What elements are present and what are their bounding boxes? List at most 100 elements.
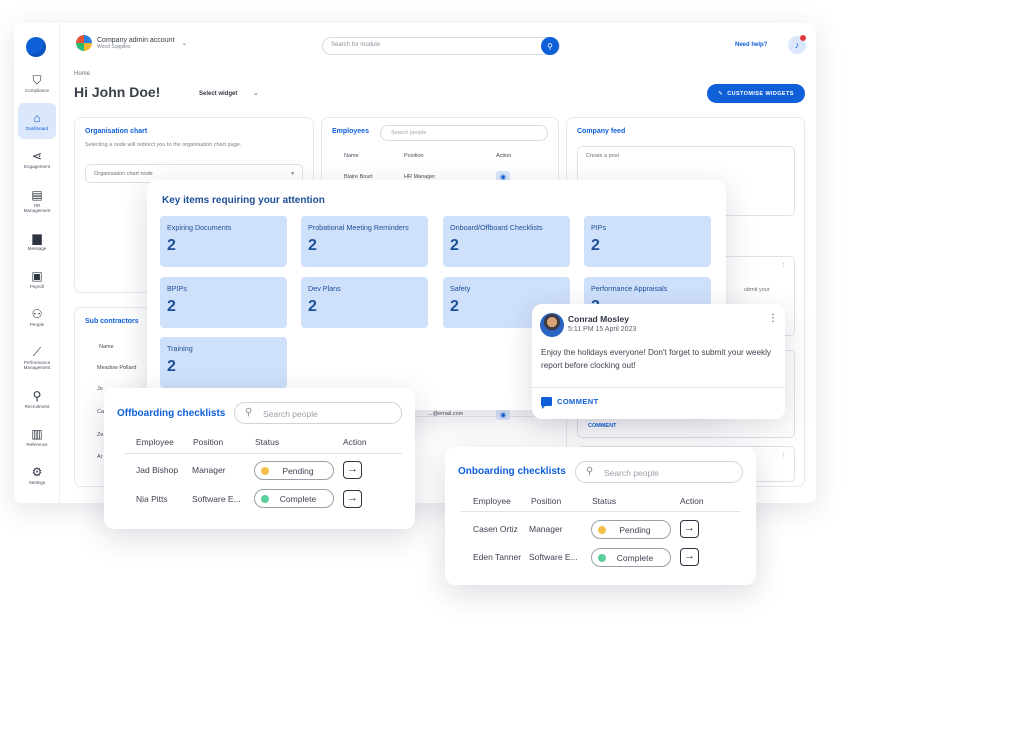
tile-label: Training: [167, 344, 193, 353]
divider: [124, 453, 402, 454]
page-title: Hi John Doe!: [74, 84, 161, 100]
gear-icon: ⚙: [31, 464, 43, 479]
people-icon: ⚇: [31, 306, 43, 321]
sidebar-item-compliance[interactable]: ⛉ Compliance: [18, 65, 56, 101]
status-label: Pending: [282, 466, 314, 476]
employee-position: Manager: [529, 524, 563, 534]
select-widget-dropdown[interactable]: Select widget ⌄: [199, 89, 259, 97]
tile-expiring-documents[interactable]: Expiring Documents 2: [160, 216, 287, 267]
chevron-down-icon: ▾: [291, 171, 294, 177]
sidebar-item-reference[interactable]: ▥ Reference: [18, 419, 56, 455]
view-eye-icon[interactable]: ◉: [496, 409, 510, 420]
feed-post-popup: Conrad Mosley 5:11 PM 15 April 2023 ⋮ En…: [532, 304, 785, 419]
tile-count: 2: [591, 237, 600, 254]
tile-label: Onboard/Offboard Checklists: [450, 223, 543, 232]
tile-count: 2: [167, 237, 176, 254]
sidebar-item-recruitment[interactable]: ⚲ Recruitment: [18, 381, 56, 417]
sidebar-item-label: Message: [27, 245, 47, 251]
module-search-input[interactable]: Search for module: [322, 37, 560, 55]
tile-count: 2: [308, 298, 317, 315]
comment-button[interactable]: COMMENT: [588, 423, 616, 429]
org-chart-title: Organisation chart: [85, 128, 148, 135]
sub-contractor-name: Ar: [97, 454, 103, 460]
notification-badge: [800, 35, 806, 41]
payroll-icon: ▣: [31, 268, 43, 283]
tile-onboard-offboard-checklists[interactable]: Onboard/Offboard Checklists 2: [443, 216, 570, 267]
tile-label: Dev Plans: [308, 284, 341, 293]
sidebar-item-label: Settings: [28, 479, 46, 485]
sidebar-item-label: Dashboard: [25, 125, 49, 131]
tile-probational-meeting-reminders[interactable]: Probational Meeting Reminders 2: [301, 216, 428, 267]
employee-name: Nia Pitts: [136, 494, 168, 504]
onboarding-checklists-panel: Onboarding checklists ⚲ Search people Em…: [445, 447, 756, 585]
sidebar-item-hr-management[interactable]: ▤ HR Management: [18, 181, 56, 221]
customise-widgets-button[interactable]: ✎ CUSTOMISE WIDGETS: [707, 84, 805, 103]
search-button[interactable]: ⚲: [541, 37, 559, 55]
post-text: Enjoy the holidays everyone! Don't forge…: [541, 348, 772, 370]
arrow-right-icon: →: [684, 522, 695, 534]
sidebar-item-label: Payroll: [29, 283, 45, 289]
post-author: Conrad Mosley: [568, 314, 629, 324]
more-vertical-icon[interactable]: ⋮: [768, 313, 778, 324]
employee-name: Jad Bishop: [136, 465, 179, 475]
org-chart-hint: Selecting a node will redirect you to th…: [85, 142, 242, 148]
tile-label: Safety: [450, 284, 471, 293]
sub-contractor-name: Ca: [97, 409, 105, 415]
open-checklist-button[interactable]: →: [343, 490, 362, 508]
more-vertical-icon[interactable]: ⋮: [781, 453, 787, 459]
open-checklist-button[interactable]: →: [680, 520, 699, 538]
employees-col-name: Name: [344, 153, 359, 159]
arrow-right-icon: →: [684, 550, 695, 562]
sub-contractor-name: Jo: [97, 386, 103, 392]
employees-search-input[interactable]: Search people: [380, 125, 548, 141]
employees-search-placeholder: Search people: [391, 130, 427, 136]
col-employee: Employee: [473, 496, 511, 506]
tile-dev-plans[interactable]: Dev Plans 2: [301, 277, 428, 328]
sidebar-item-performance-management[interactable]: ⟋ Performance Management: [18, 337, 56, 379]
sub-contractors-title: Sub contractors: [85, 318, 139, 325]
company-switcher[interactable]: Company admin account Wood Supplies ⌄: [76, 35, 187, 51]
tile-count: 2: [167, 298, 176, 315]
comment-button[interactable]: COMMENT: [541, 397, 599, 409]
sidebar-item-dashboard[interactable]: ⌂ Dashboard: [18, 103, 56, 139]
chevron-down-icon: ⌄: [253, 90, 259, 97]
employee-position: Software E...: [529, 552, 578, 562]
sidebar-item-label: HR Management: [23, 203, 51, 213]
company-text: Company admin account Wood Supplies: [97, 37, 174, 50]
onboarding-title: Onboarding checklists: [458, 466, 566, 477]
tile-bpips[interactable]: BPIPs 2: [160, 277, 287, 328]
sub-contractor-name: Ze: [97, 432, 104, 438]
employee-position: Manager: [192, 465, 226, 475]
status-badge: Complete: [591, 548, 671, 567]
offboarding-search-input[interactable]: ⚲ Search people: [234, 402, 402, 424]
sidebar-item-message[interactable]: ▆ Message: [18, 223, 56, 259]
open-checklist-button[interactable]: →: [343, 461, 362, 479]
tile-training[interactable]: Training 2: [160, 337, 287, 388]
breadcrumb[interactable]: Home: [74, 71, 90, 77]
onboarding-search-input[interactable]: ⚲ Search people: [575, 461, 743, 483]
app-logo[interactable]: [26, 37, 46, 57]
sidebar: ⛉ Compliance ⌂ Dashboard ⋖ Engagement ▤ …: [14, 23, 60, 503]
col-position: Position: [531, 496, 562, 506]
sidebar-item-people[interactable]: ⚇ People: [18, 299, 56, 335]
tile-pips[interactable]: PIPs 2: [584, 216, 711, 267]
tile-count: 2: [167, 358, 176, 375]
offboarding-search-placeholder: Search people: [263, 409, 318, 419]
open-checklist-button[interactable]: →: [680, 548, 699, 566]
need-help-link[interactable]: Need help?: [735, 42, 767, 48]
select-widget-label: Select widget: [199, 91, 238, 97]
sidebar-item-settings[interactable]: ⚙ Settings: [18, 457, 56, 493]
shield-icon: ⛉: [32, 72, 42, 87]
module-search-placeholder: Search for module: [331, 42, 381, 48]
offboarding-title: Offboarding checklists: [117, 408, 226, 419]
chart-line-icon: ⟋: [32, 345, 42, 359]
tile-label: Probational Meeting Reminders: [308, 223, 409, 232]
employee-name: Eden Tanner: [473, 552, 522, 562]
topbar: Company admin account Wood Supplies ⌄ Se…: [60, 23, 816, 69]
sidebar-item-engagement[interactable]: ⋖ Engagement: [18, 141, 56, 177]
more-vertical-icon[interactable]: ⋮: [781, 263, 787, 269]
sidebar-item-payroll[interactable]: ▣ Payroll: [18, 261, 56, 297]
status-badge: Complete: [254, 489, 334, 508]
pencil-icon: ✎: [718, 90, 724, 97]
tile-label: PIPs: [591, 223, 607, 232]
